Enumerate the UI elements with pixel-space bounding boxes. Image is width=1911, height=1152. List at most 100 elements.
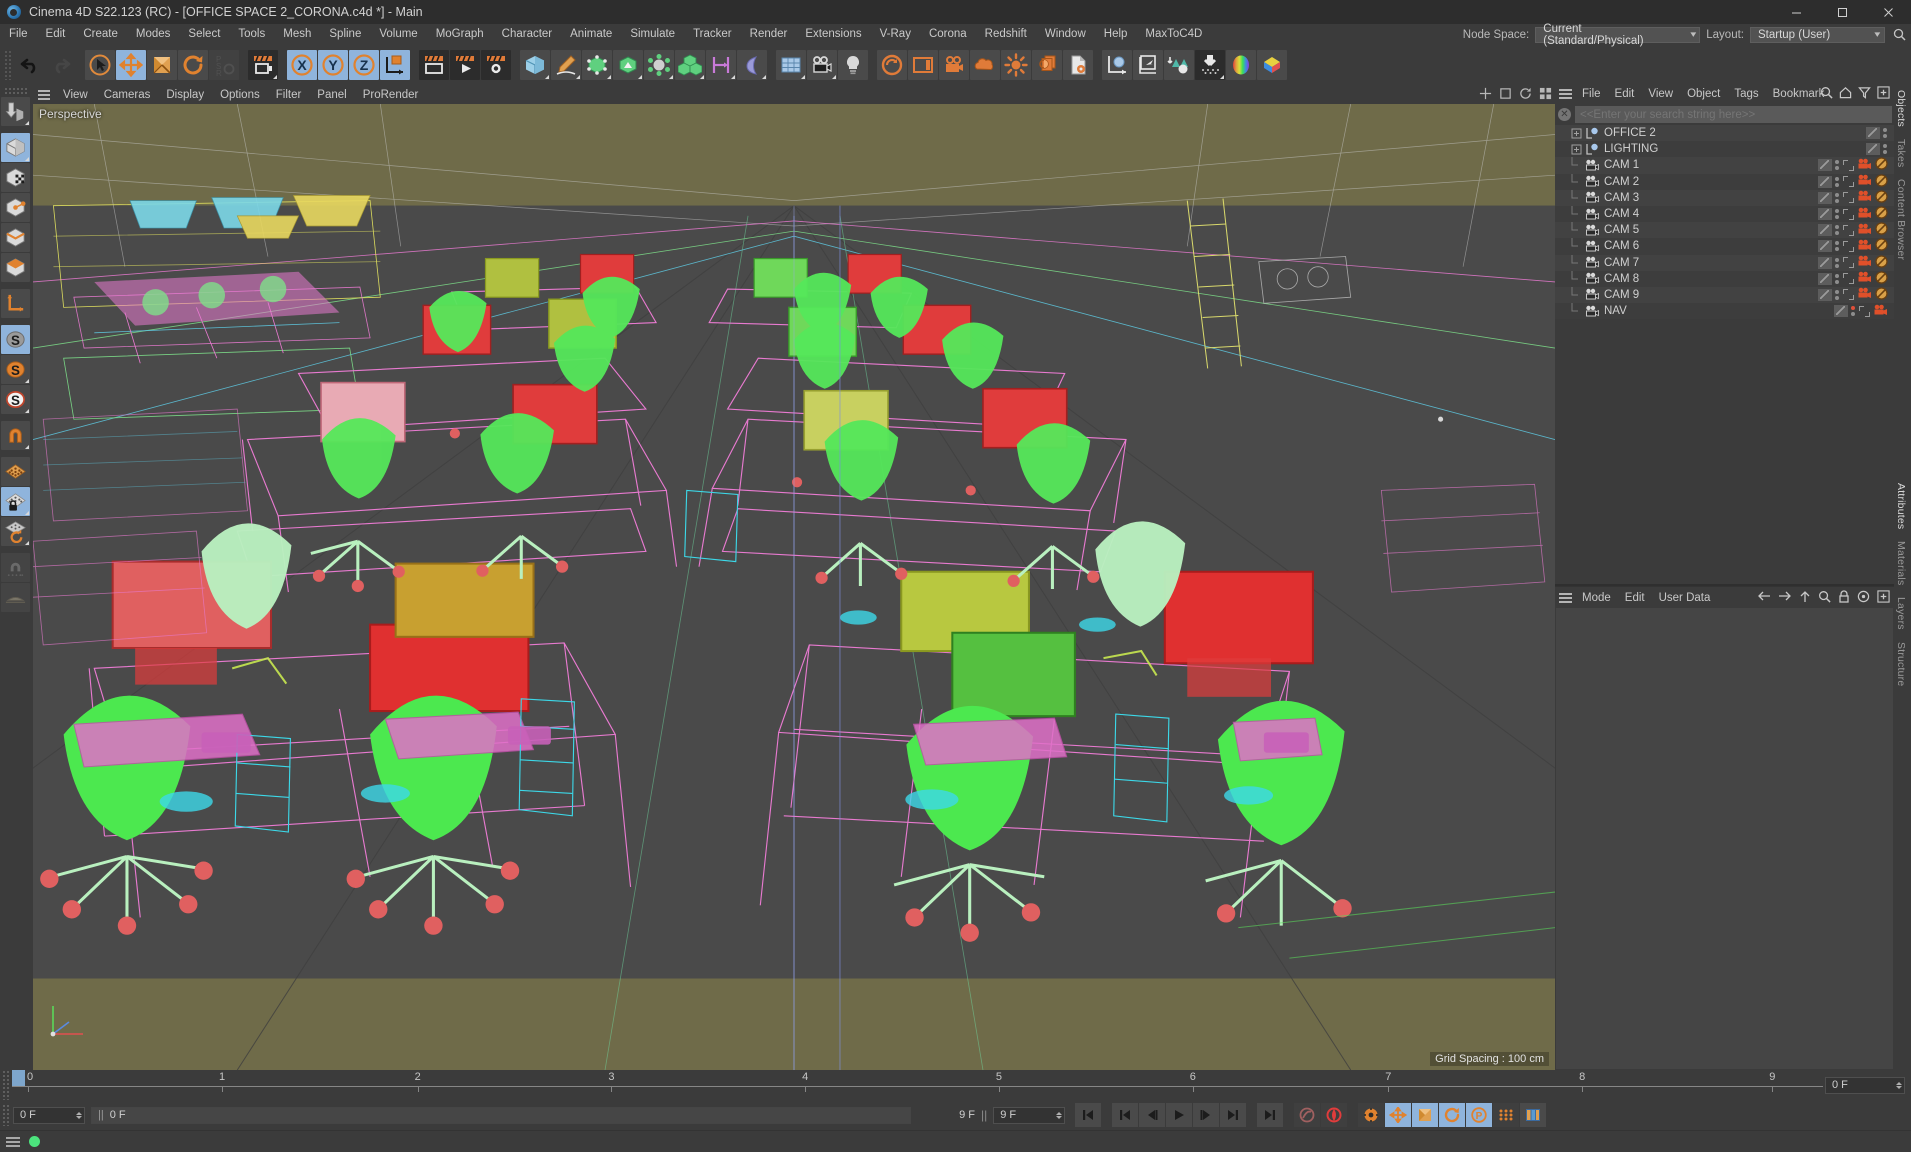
- camera-tag-icon[interactable]: [1857, 207, 1872, 222]
- disabled-tag-icon[interactable]: [1875, 157, 1888, 173]
- visibility-dots-icon[interactable]: [1834, 305, 1848, 318]
- visibility-dots-icon[interactable]: [1818, 159, 1832, 172]
- search-input[interactable]: [1575, 106, 1892, 123]
- light-icon[interactable]: [838, 49, 868, 80]
- arrow-plane-icon[interactable]: [1133, 49, 1163, 80]
- menu-volume[interactable]: Volume: [370, 24, 426, 45]
- om-menu-tags[interactable]: Tags: [1727, 84, 1765, 104]
- clear-search-icon[interactable]: ✕: [1558, 108, 1571, 121]
- viewport-menu-prorender[interactable]: ProRender: [355, 86, 427, 104]
- menu-select[interactable]: Select: [179, 24, 229, 45]
- disabled-tag-icon[interactable]: [1875, 174, 1888, 190]
- protection-tag-icon[interactable]: [1843, 192, 1854, 204]
- polygon-reduce-icon[interactable]: [1164, 49, 1194, 80]
- tab-layers[interactable]: Layers: [1894, 591, 1908, 636]
- camera-tag-icon[interactable]: [1857, 223, 1872, 238]
- protection-tag-icon[interactable]: [1843, 257, 1854, 269]
- preview-range-field[interactable]: || 0 F: [91, 1106, 911, 1124]
- object-tags[interactable]: [1866, 143, 1894, 156]
- object-row-cam4[interactable]: CAM 4: [1555, 205, 1894, 223]
- attr-menu-edit[interactable]: Edit: [1618, 588, 1652, 608]
- model-mode-icon[interactable]: [1, 133, 30, 162]
- visibility-dots-icon[interactable]: [1818, 240, 1832, 253]
- camera-tag-icon[interactable]: [1873, 304, 1888, 319]
- visibility-dots-icon[interactable]: [1818, 288, 1832, 301]
- magnet-icon[interactable]: [1, 421, 30, 450]
- disabled-tag-icon[interactable]: [1875, 206, 1888, 222]
- om-menu-file[interactable]: File: [1575, 84, 1608, 104]
- project-to-ground-icon[interactable]: [1195, 49, 1225, 80]
- axis-mode-icon[interactable]: [1, 289, 30, 318]
- snap-enable-icon[interactable]: [1, 457, 30, 486]
- visibility-toggle-icon[interactable]: [1883, 144, 1888, 155]
- cube-primitive-icon[interactable]: [520, 49, 550, 80]
- om-menu-view[interactable]: View: [1641, 84, 1680, 104]
- camera-tag-icon[interactable]: [1857, 255, 1872, 270]
- object-row-cam5[interactable]: CAM 5: [1555, 222, 1894, 239]
- visibility-dots-icon[interactable]: [1818, 224, 1832, 237]
- camera-tag-icon[interactable]: [1857, 174, 1872, 189]
- polygons-mode-icon[interactable]: [1, 253, 30, 282]
- back-arrow-icon[interactable]: [1757, 590, 1771, 605]
- maximize-button[interactable]: [1819, 0, 1865, 24]
- menu-maxtoc4d[interactable]: MaxToC4D: [1136, 24, 1211, 45]
- undo-icon[interactable]: [15, 50, 45, 80]
- object-tags[interactable]: [1834, 304, 1894, 319]
- object-row-cam3[interactable]: CAM 3: [1555, 189, 1894, 206]
- object-tags[interactable]: [1818, 174, 1894, 190]
- menu-redshift[interactable]: Redshift: [976, 24, 1036, 45]
- expand-toggle-icon[interactable]: [1555, 144, 1585, 155]
- object-list[interactable]: OFFICE 2 LIGHTING CAM 1 CAM 2 CAM 3 CAM …: [1555, 125, 1894, 584]
- edges-mode-icon[interactable]: [1, 223, 30, 252]
- hamburger-icon[interactable]: [1555, 84, 1575, 104]
- object-tags[interactable]: [1818, 222, 1894, 238]
- position-key-icon[interactable]: [1385, 1103, 1412, 1127]
- corona-volume-icon[interactable]: [970, 49, 1000, 80]
- deformer-magnet-icon[interactable]: [1, 553, 30, 582]
- corona-light-material-icon[interactable]: [1032, 49, 1062, 80]
- menu-vray[interactable]: V-Ray: [871, 24, 920, 45]
- tab-takes[interactable]: Takes: [1894, 133, 1908, 173]
- object-row-cam6[interactable]: CAM 6: [1555, 238, 1894, 255]
- menu-tools[interactable]: Tools: [229, 24, 274, 45]
- camera-tag-icon[interactable]: [1857, 158, 1872, 173]
- menu-animate[interactable]: Animate: [561, 24, 621, 45]
- attributes-body[interactable]: [1556, 608, 1893, 1069]
- color-wheel-icon[interactable]: [1226, 49, 1256, 80]
- next-key-icon[interactable]: [1220, 1103, 1247, 1127]
- node-space-select[interactable]: Current (Standard/Physical) ▾: [1535, 23, 1701, 47]
- go-to-start-icon[interactable]: [1075, 1103, 1102, 1127]
- rotate-icon[interactable]: [178, 49, 208, 80]
- y-axis-icon[interactable]: Y: [318, 49, 348, 80]
- expand-toggle-icon[interactable]: [1555, 128, 1585, 139]
- visibility-dots-icon[interactable]: [1818, 208, 1832, 221]
- tab-content-browser[interactable]: Content Browser: [1894, 173, 1908, 266]
- close-button[interactable]: [1865, 0, 1911, 24]
- visibility-toggle-icon[interactable]: [1851, 306, 1856, 317]
- visibility-toggle-icon[interactable]: [1835, 209, 1840, 220]
- viewport-rotate-icon[interactable]: [1519, 87, 1532, 103]
- attr-menu-mode[interactable]: Mode: [1575, 588, 1618, 608]
- visibility-toggle-icon[interactable]: [1883, 128, 1888, 139]
- pla-key-icon[interactable]: P: [1466, 1103, 1493, 1127]
- add-panel-icon[interactable]: [1877, 86, 1890, 102]
- object-row-cam7[interactable]: CAM 7: [1555, 254, 1894, 271]
- protection-tag-icon[interactable]: [1843, 208, 1854, 220]
- lock-icon[interactable]: [1838, 589, 1850, 606]
- render-settings-icon[interactable]: [481, 49, 511, 80]
- layout-select[interactable]: Startup (User) ▾: [1750, 26, 1885, 43]
- scale-icon[interactable]: [147, 49, 177, 80]
- redo-icon[interactable]: [46, 50, 76, 80]
- object-tags[interactable]: [1818, 254, 1894, 271]
- disabled-tag-icon[interactable]: [1875, 238, 1888, 254]
- snap-rotate-icon[interactable]: [1, 517, 30, 546]
- om-menu-object[interactable]: Object: [1680, 84, 1727, 104]
- menu-file[interactable]: File: [0, 24, 37, 45]
- up-arrow-icon[interactable]: [1799, 590, 1811, 606]
- visibility-dots-icon[interactable]: [1818, 191, 1832, 204]
- target-icon[interactable]: [1857, 590, 1870, 606]
- menu-mograph[interactable]: MoGraph: [427, 24, 493, 45]
- frame-max-field[interactable]: 9 F: [993, 1106, 1066, 1124]
- render-view-clapper-icon[interactable]: [248, 49, 278, 80]
- tab-materials[interactable]: Materials: [1894, 535, 1908, 591]
